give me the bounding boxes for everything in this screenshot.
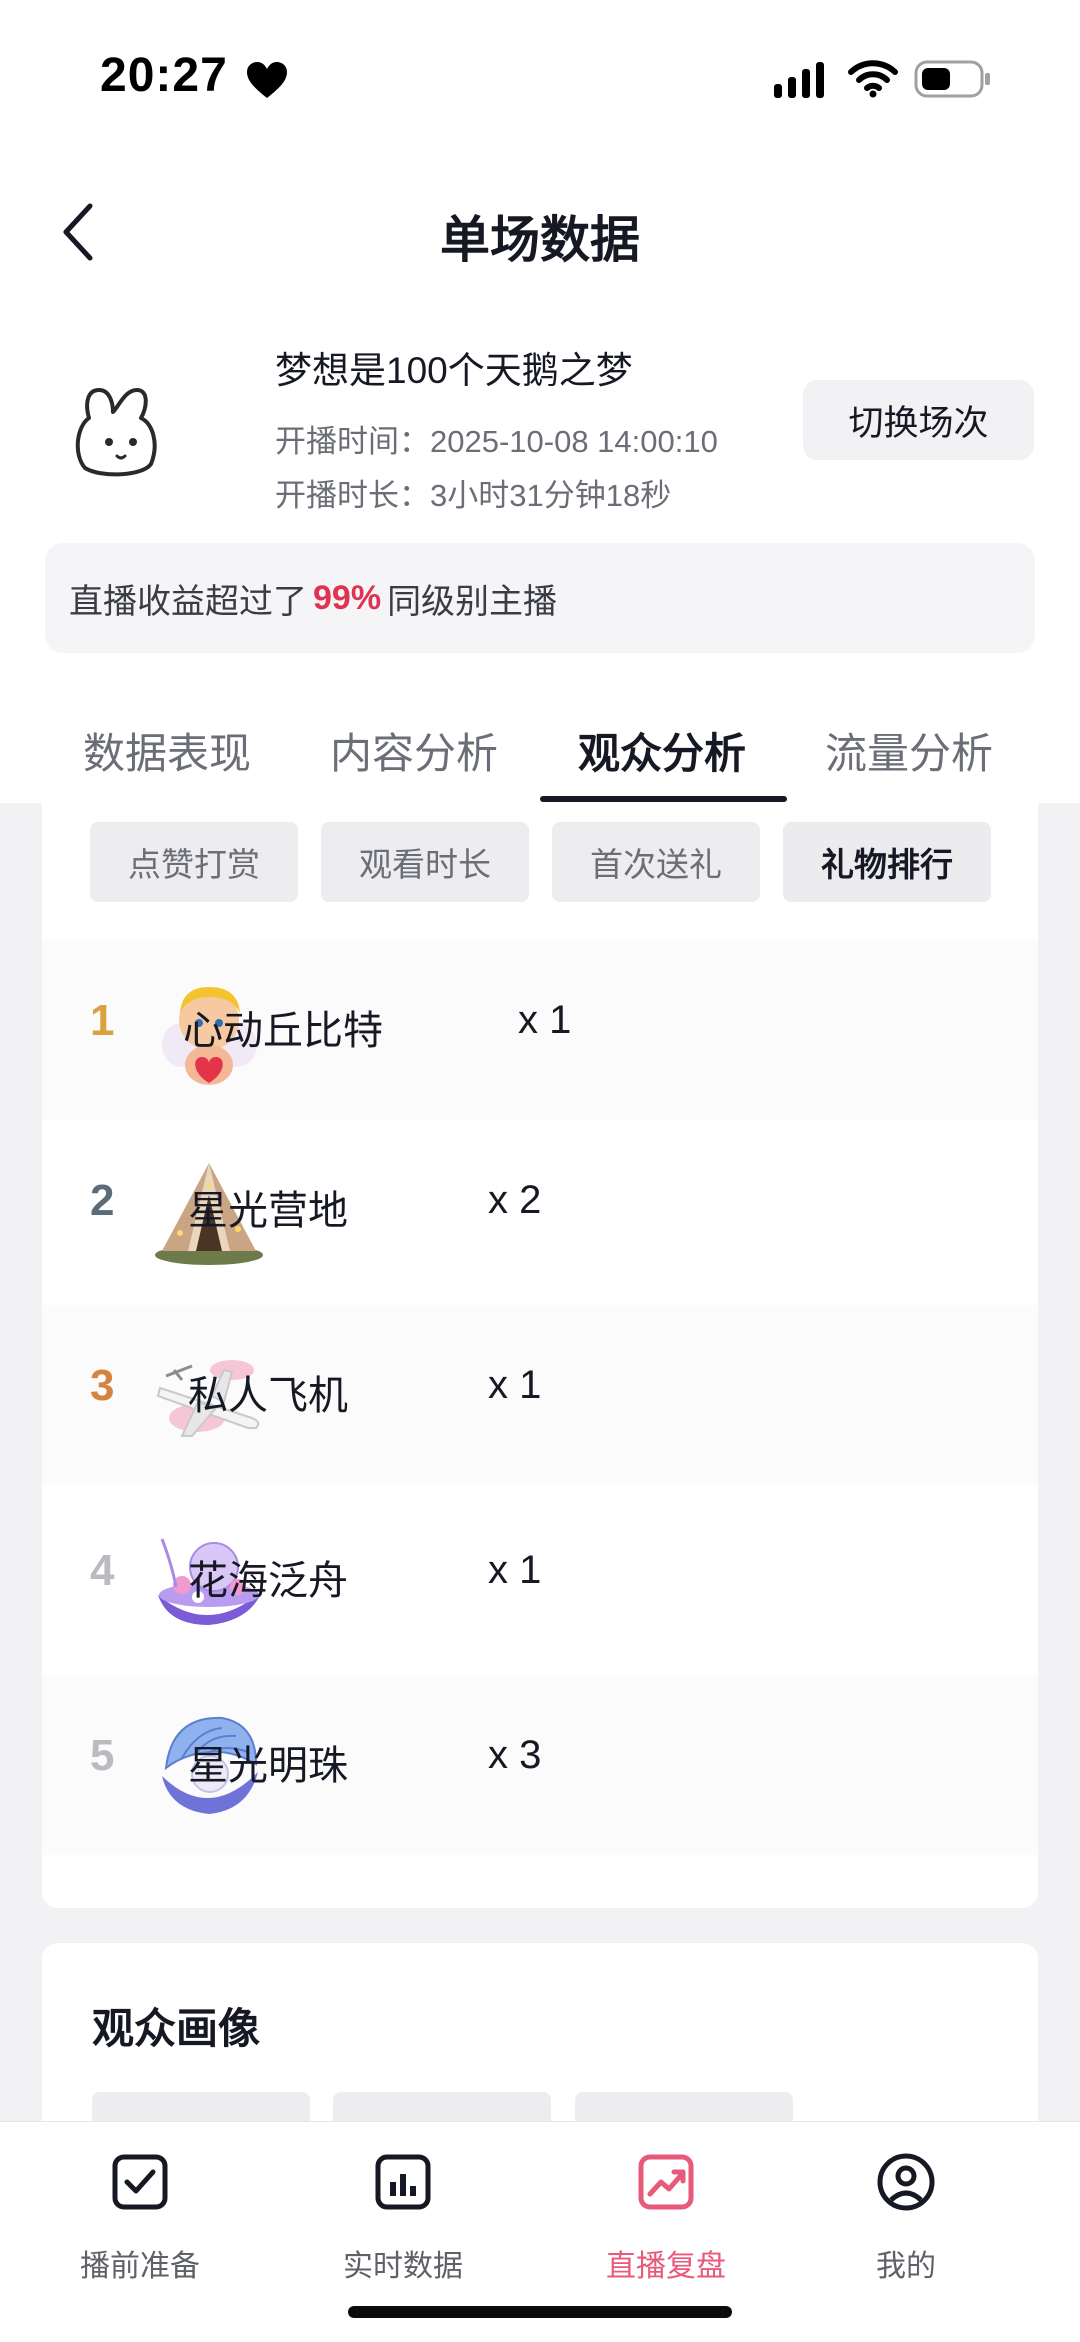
checkbox-icon xyxy=(112,2154,168,2210)
tabbar-label: 实时数据 xyxy=(343,2250,463,2283)
tab-audience-analysis[interactable]: 观众分析 xyxy=(578,720,746,781)
gift-rank-row: 4 花海泛舟 x 1 xyxy=(42,1490,1038,1670)
rank-number: 2 xyxy=(90,1176,115,1225)
gift-rank-row: 5 星光明珠 x 3 xyxy=(42,1675,1038,1855)
session-title: 梦想是100个天鹅之梦 xyxy=(275,350,633,391)
gift-rank-row: 2 星光营地 x 2 xyxy=(42,1120,1038,1300)
gift-count: x 2 xyxy=(488,1178,542,1222)
tab-data-performance[interactable]: 数据表现 xyxy=(83,720,251,781)
tab-traffic-analysis[interactable]: 流量分析 xyxy=(825,720,993,781)
gift-name: 私人飞机 xyxy=(188,1374,348,1418)
tabbar-label: 播前准备 xyxy=(80,2250,200,2283)
banner-prefix: 直播收益超过了 xyxy=(69,582,307,621)
home-indicator xyxy=(348,2306,732,2318)
earnings-banner: 直播收益超过了 99% 同级别主播 xyxy=(45,543,1035,653)
rank-number: 4 xyxy=(90,1546,115,1595)
rank-number: 1 xyxy=(90,996,115,1045)
gift-count: x 3 xyxy=(488,1733,542,1777)
gift-name: 星光明珠 xyxy=(188,1744,348,1788)
bunny-avatar-icon xyxy=(75,388,157,477)
wifi-icon xyxy=(848,60,898,98)
tabbar-item-review[interactable]: 直播复盘 xyxy=(566,2142,766,2292)
session-duration: 开播时长：3小时31分钟18秒 xyxy=(275,478,672,513)
tabbar-item-realtime[interactable]: 实时数据 xyxy=(303,2142,503,2292)
nav-bar: 单场数据 xyxy=(0,170,1080,290)
avatar[interactable] xyxy=(55,360,205,510)
banner-suffix: 同级别主播 xyxy=(387,582,558,621)
chip-gift-ranking[interactable]: 礼物排行 xyxy=(783,822,991,902)
tabbar-label: 直播复盘 xyxy=(606,2250,726,2283)
tabbar-item-prepare[interactable]: 播前准备 xyxy=(40,2142,240,2292)
gift-name: 星光营地 xyxy=(188,1189,348,1233)
tab-content-analysis[interactable]: 内容分析 xyxy=(330,720,498,781)
analysis-tabs: 数据表现 内容分析 观众分析 流量分析 xyxy=(0,690,1080,804)
gift-rank-row: 1 心动丘比特 x 1 xyxy=(42,940,1038,1120)
heart-icon xyxy=(247,62,287,98)
gift-name: 心动丘比特 xyxy=(183,1009,383,1053)
audience-portrait-title: 观众画像 xyxy=(92,2005,261,2052)
session-info: 梦想是100个天鹅之梦 开播时间：2025-10-08 14:00:10 开播时… xyxy=(0,320,1080,520)
tabbar-item-me[interactable]: 我的 xyxy=(806,2142,1006,2292)
banner-percent: 99% xyxy=(313,578,382,617)
status-bar: 20:27 xyxy=(0,0,1080,160)
page-title: 单场数据 xyxy=(440,212,640,268)
switch-session-button[interactable]: 切换场次 xyxy=(803,380,1034,460)
gift-count: x 1 xyxy=(488,1548,542,1592)
chip-first-gift[interactable]: 首次送礼 xyxy=(552,822,760,902)
profile-icon xyxy=(877,2153,935,2211)
chip-likes-rewards[interactable]: 点赞打赏 xyxy=(90,822,298,902)
rank-number: 3 xyxy=(90,1361,115,1410)
battery-icon xyxy=(914,60,990,98)
rank-number: 5 xyxy=(90,1731,115,1780)
gift-rank-row: 3 私人飞机 x 1 xyxy=(42,1305,1038,1485)
gift-name: 花海泛舟 xyxy=(188,1559,348,1603)
trend-icon xyxy=(638,2154,694,2210)
cellular-signal-icon xyxy=(774,62,824,98)
gift-count: x 1 xyxy=(488,1363,542,1407)
chip-watch-duration[interactable]: 观看时长 xyxy=(321,822,529,902)
session-start-time: 开播时间：2025-10-08 14:00:10 xyxy=(275,424,718,459)
status-time: 20:27 xyxy=(100,49,228,102)
bar-chart-icon xyxy=(375,2154,431,2210)
tabbar-label: 我的 xyxy=(876,2250,936,2283)
gift-count: x 1 xyxy=(518,998,572,1042)
active-tab-indicator xyxy=(540,796,787,802)
